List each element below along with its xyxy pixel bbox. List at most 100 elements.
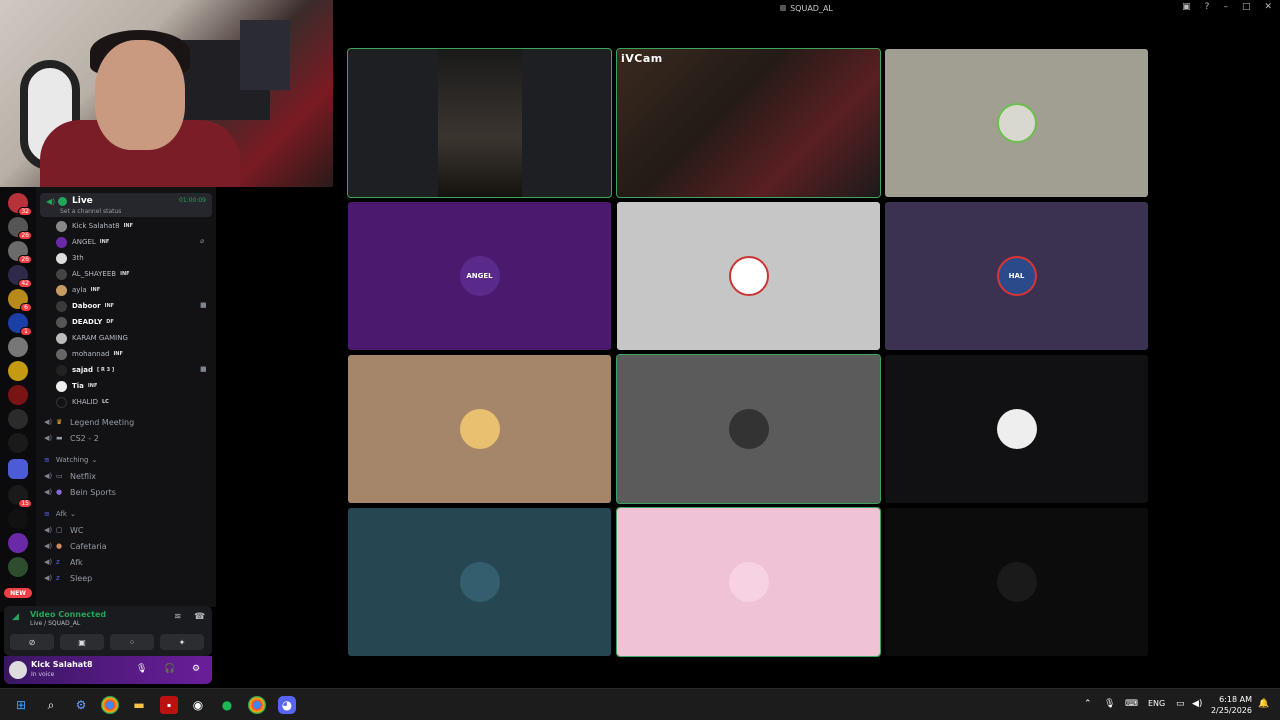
voice-user[interactable]: Daboor INF ■ [56, 298, 207, 314]
notification-bell-icon[interactable]: 🔔 [1258, 699, 1269, 709]
video-tile[interactable] [885, 49, 1148, 197]
server-icon[interactable]: 42 [8, 265, 32, 288]
server-icon[interactable]: 26 [8, 241, 32, 264]
server-icon[interactable] [8, 557, 28, 577]
server-icon[interactable] [8, 385, 28, 405]
avatar [728, 256, 769, 296]
window-controls: ▣ ? – □ ✕ [1182, 2, 1272, 12]
category-afk[interactable]: ≡ Afk ⌄ [44, 510, 76, 518]
close-button[interactable]: ✕ [1264, 2, 1272, 12]
keyboard-icon[interactable]: ⌨ [1125, 699, 1138, 709]
file-explorer-icon[interactable]: ▬ [130, 696, 148, 714]
voice-user[interactable]: 3th [56, 250, 88, 266]
video-tile[interactable] [348, 508, 611, 656]
voice-user[interactable]: mohannad INF [56, 346, 123, 362]
video-tile[interactable] [348, 355, 611, 503]
activities-button[interactable]: ⁘ [110, 634, 154, 650]
discord-icon[interactable]: ◕ [278, 696, 296, 714]
signal-icon[interactable]: ◢ [12, 612, 19, 622]
video-tile[interactable] [885, 355, 1148, 503]
channel-netflix[interactable]: ◀) ▭ Netflix [44, 468, 96, 484]
server-icon[interactable] [8, 433, 28, 453]
voice-location[interactable]: Live / SQUAD_AL [30, 620, 80, 627]
category-watching[interactable]: ≡ Watching ⌄ [44, 456, 97, 464]
windows-start-icon[interactable]: ⊞ [12, 696, 30, 714]
network-icon[interactable]: ▭ [1176, 699, 1185, 709]
window-title: SQUAD_AL [790, 3, 833, 13]
camera-toggle-button[interactable]: ⊘ [10, 634, 54, 650]
server-icon[interactable] [8, 509, 28, 529]
channel-bein[interactable]: ◀) ● Bein Sports [44, 484, 116, 500]
video-tile[interactable]: HAL [885, 202, 1148, 350]
screen-icon[interactable]: ▣ [1182, 2, 1191, 12]
help-icon[interactable]: ? [1205, 2, 1210, 12]
settings-icon[interactable]: ⚙ [72, 696, 90, 714]
app-icon[interactable]: ▪ [160, 696, 178, 714]
channel-afk[interactable]: ◀) z Afk [44, 554, 83, 570]
voice-user[interactable]: AL_SHAYEEB INF [56, 266, 130, 282]
headphones-icon[interactable]: 🎧 [164, 664, 175, 674]
obs-icon[interactable]: ◉ [189, 696, 207, 714]
video-tile[interactable] [885, 508, 1148, 656]
microphone-icon[interactable]: 🎙 [136, 664, 147, 674]
channel-legend-meeting[interactable]: ◀) ♛ Legend Meeting [44, 414, 134, 430]
new-badge: NEW [4, 588, 32, 598]
speaker-icon: ◀) [44, 488, 53, 496]
avatar [56, 300, 67, 312]
server-icon[interactable] [8, 533, 28, 553]
user-status: In voice [31, 671, 55, 678]
window-title-bar: SQUAD_AL [333, 0, 1280, 16]
server-icon[interactable]: 32 [8, 193, 32, 216]
badge-count: 15 [18, 499, 32, 508]
channel-wc[interactable]: ◀) ▢ WC [44, 522, 84, 538]
server-icon[interactable] [8, 337, 28, 357]
gear-icon[interactable]: ⚙ [192, 664, 200, 674]
microphone-icon[interactable]: 🎙 [1104, 699, 1115, 709]
server-icon[interactable]: 26 [8, 217, 32, 240]
video-tile[interactable] [617, 202, 880, 350]
badge-count: 26 [18, 255, 32, 264]
voice-user[interactable]: Kick Salahat8 INF [56, 218, 133, 234]
speaker-icon: ◀) [44, 558, 53, 566]
screen-share-button[interactable]: ▣ [60, 634, 104, 650]
chrome-icon[interactable] [248, 696, 266, 714]
voice-user[interactable]: ANGEL INF ⌀ [56, 234, 204, 250]
voice-user[interactable]: sajad[ R 3 ] ■ [56, 362, 207, 378]
channel-sleep[interactable]: ◀) z Sleep [44, 570, 92, 586]
video-tile[interactable]: ANGEL [348, 202, 611, 350]
voice-user[interactable]: KHALID LC [56, 394, 109, 410]
spotify-icon[interactable]: ● [218, 696, 236, 714]
video-tile[interactable] [616, 507, 881, 657]
screen: SQUAD_AL ▣ ? – □ ✕ 32 26 26 42 6 1 15 NE… [0, 0, 1280, 720]
video-tile[interactable] [616, 354, 881, 504]
voice-user[interactable]: Tia INF [56, 378, 97, 394]
server-icon[interactable] [8, 409, 28, 429]
voice-user[interactable]: KARAM GAMING [56, 330, 132, 346]
language-indicator[interactable]: ENG [1148, 699, 1165, 708]
voice-user[interactable]: DEADLY DF [56, 314, 114, 330]
disconnect-icon[interactable]: ☎ [194, 612, 205, 622]
noise-suppression-icon[interactable]: ≋ [174, 612, 182, 622]
chevron-up-icon[interactable]: ⌃ [1084, 699, 1092, 709]
video-feed [617, 49, 880, 197]
avatar[interactable] [9, 661, 27, 679]
clock[interactable]: 6:18 AM 2/25/2026 [1208, 694, 1252, 716]
server-folder-icon[interactable] [8, 459, 28, 479]
channel-cafetaria[interactable]: ◀) ● Cafetaria [44, 538, 107, 554]
search-icon[interactable]: ⌕ [42, 696, 60, 714]
channel-cs2[interactable]: ◀) ▬ CS2 - 2 [44, 430, 99, 446]
server-icon[interactable]: 6 [8, 289, 32, 312]
video-tile[interactable]: iVCam [616, 48, 881, 198]
volume-icon[interactable]: ◀) [1192, 699, 1202, 709]
chrome-icon[interactable] [101, 696, 119, 714]
server-icon[interactable] [8, 361, 28, 381]
server-icon[interactable]: 1 [8, 313, 32, 336]
maximize-button[interactable]: □ [1242, 2, 1251, 12]
soundboard-button[interactable]: ✦ [160, 634, 204, 650]
server-icon[interactable]: 15 [8, 485, 32, 508]
speaker-icon: ◀) [44, 472, 53, 480]
minimize-button[interactable]: – [1223, 2, 1228, 12]
video-tile[interactable] [347, 48, 612, 198]
voice-user[interactable]: ayla INF [56, 282, 100, 298]
voice-channel-live[interactable]: ◀) Live 01:00:09 Set a channel status [40, 193, 212, 217]
